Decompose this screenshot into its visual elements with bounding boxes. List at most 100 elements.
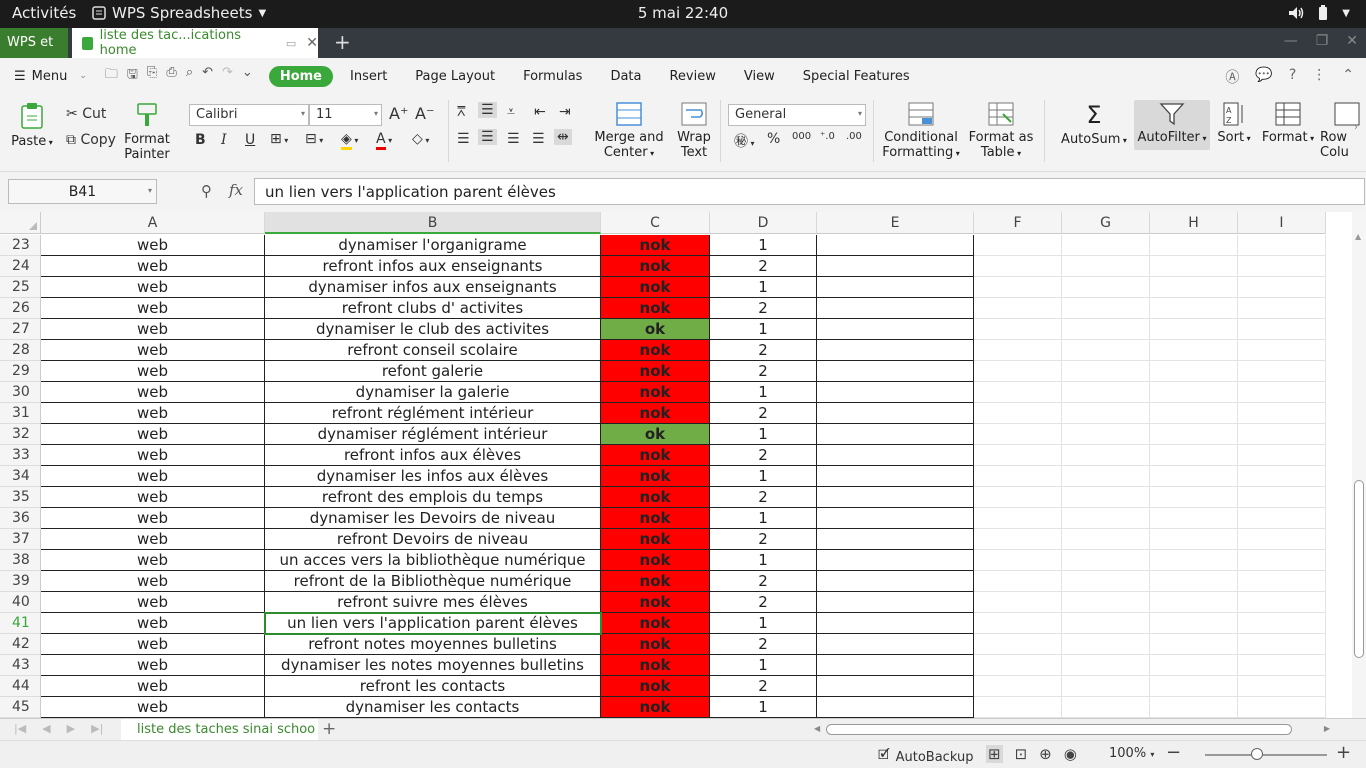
cell-a28[interactable]: web bbox=[41, 340, 265, 361]
cell-d45[interactable]: 1 bbox=[710, 697, 817, 718]
cell-e31[interactable] bbox=[817, 403, 974, 424]
cell-a43[interactable]: web bbox=[41, 655, 265, 676]
cell-c32[interactable]: ok bbox=[601, 424, 710, 445]
distributed-icon[interactable]: ⇹ bbox=[554, 129, 572, 145]
cell-c40[interactable]: nok bbox=[601, 592, 710, 613]
cell-h35[interactable] bbox=[1150, 487, 1238, 508]
cell-b43[interactable]: dynamiser les notes moyennes bulletins bbox=[265, 655, 601, 676]
cell-f44[interactable] bbox=[974, 676, 1062, 697]
cell-e26[interactable] bbox=[817, 298, 974, 319]
cell-b37[interactable]: refront Devoirs de niveau bbox=[265, 529, 601, 550]
cell-g39[interactable] bbox=[1062, 571, 1150, 592]
row-header[interactable]: 26 bbox=[0, 298, 41, 319]
row-header[interactable]: 42 bbox=[0, 634, 41, 655]
cell-h38[interactable] bbox=[1150, 550, 1238, 571]
normal-view-icon[interactable]: ⊞ bbox=[986, 745, 1003, 763]
row-header[interactable]: 23 bbox=[0, 235, 41, 256]
activities-button[interactable]: Activités bbox=[12, 4, 76, 22]
cell-h45[interactable] bbox=[1150, 697, 1238, 718]
cell-a45[interactable]: web bbox=[41, 697, 265, 718]
cell-d36[interactable]: 1 bbox=[710, 508, 817, 529]
cell-e37[interactable] bbox=[817, 529, 974, 550]
cell-c43[interactable]: nok bbox=[601, 655, 710, 676]
tab-home[interactable]: Home bbox=[268, 65, 333, 87]
cell-f42[interactable] bbox=[974, 634, 1062, 655]
cell-e43[interactable] bbox=[817, 655, 974, 676]
cell-d43[interactable]: 1 bbox=[710, 655, 817, 676]
cell-h40[interactable] bbox=[1150, 592, 1238, 613]
zoom-level[interactable]: 100% ▾ bbox=[1109, 746, 1154, 761]
row-header[interactable]: 40 bbox=[0, 592, 41, 613]
row-header[interactable]: 28 bbox=[0, 340, 41, 361]
cell-a33[interactable]: web bbox=[41, 445, 265, 466]
page-break-view-icon[interactable]: ⊡ bbox=[1015, 745, 1028, 763]
cell-h41[interactable] bbox=[1150, 613, 1238, 634]
row-header[interactable]: 37 bbox=[0, 529, 41, 550]
cell-f31[interactable] bbox=[974, 403, 1062, 424]
tab-view[interactable]: View bbox=[733, 66, 786, 87]
align-bottom-icon[interactable]: ⩡ bbox=[507, 104, 515, 120]
cell-b33[interactable]: refront infos aux élèves bbox=[265, 445, 601, 466]
cell-d27[interactable]: 1 bbox=[710, 319, 817, 340]
next-sheet-icon[interactable]: ▶ bbox=[67, 722, 75, 735]
cell-g30[interactable] bbox=[1062, 382, 1150, 403]
cell-i24[interactable] bbox=[1238, 256, 1326, 277]
row-header[interactable]: 43 bbox=[0, 655, 41, 676]
cell-d28[interactable]: 2 bbox=[710, 340, 817, 361]
cell-i40[interactable] bbox=[1238, 592, 1326, 613]
align-top-icon[interactable]: ⩞ bbox=[457, 104, 466, 120]
cell-g25[interactable] bbox=[1062, 277, 1150, 298]
cell-e34[interactable] bbox=[817, 466, 974, 487]
cell-g23[interactable] bbox=[1062, 235, 1150, 256]
decrease-indent-icon[interactable]: ⇤ bbox=[534, 104, 546, 120]
cell-i45[interactable] bbox=[1238, 697, 1326, 718]
last-sheet-icon[interactable]: ▶| bbox=[91, 722, 103, 735]
align-left-icon[interactable]: ☰ bbox=[457, 131, 470, 147]
cell-b24[interactable]: refront infos aux enseignants bbox=[265, 256, 601, 277]
cell-h26[interactable] bbox=[1150, 298, 1238, 319]
eye-protection-icon[interactable]: ◉ bbox=[1064, 745, 1077, 763]
cell-i39[interactable] bbox=[1238, 571, 1326, 592]
column-header-g[interactable]: G bbox=[1062, 212, 1150, 234]
comment-icon[interactable]: 💬 bbox=[1255, 67, 1272, 87]
minimize-icon[interactable]: — bbox=[1284, 33, 1298, 49]
cell-e38[interactable] bbox=[817, 550, 974, 571]
increase-font-icon[interactable]: A⁺ bbox=[389, 104, 408, 123]
cell-c36[interactable]: nok bbox=[601, 508, 710, 529]
cell-h39[interactable] bbox=[1150, 571, 1238, 592]
row-header[interactable]: 27 bbox=[0, 319, 41, 340]
app-menu[interactable]: WPS Spreadsheets ▼ bbox=[92, 4, 266, 22]
cell-i35[interactable] bbox=[1238, 487, 1326, 508]
more-options-icon[interactable]: ⋮ bbox=[1312, 67, 1326, 87]
cell-f40[interactable] bbox=[974, 592, 1062, 613]
cell-c31[interactable]: nok bbox=[601, 403, 710, 424]
autofilter-button[interactable]: AutoFilter ▾ bbox=[1134, 100, 1210, 150]
cell-style-icon[interactable]: ⊟ ▾ bbox=[305, 131, 323, 147]
copy-button[interactable]: ⧉ Copy bbox=[66, 132, 116, 148]
cell-c38[interactable]: nok bbox=[601, 550, 710, 571]
justify-icon[interactable]: ☰ bbox=[532, 131, 545, 147]
font-name-select[interactable]: Calibri ▾ bbox=[189, 104, 309, 126]
cell-f39[interactable] bbox=[974, 571, 1062, 592]
cell-d24[interactable]: 2 bbox=[710, 256, 817, 277]
cell-i26[interactable] bbox=[1238, 298, 1326, 319]
print-icon[interactable]: ⎙ bbox=[166, 65, 176, 87]
zoom-slider-track[interactable] bbox=[1205, 754, 1327, 756]
bold-icon[interactable]: B bbox=[195, 132, 206, 148]
cell-c35[interactable]: nok bbox=[601, 487, 710, 508]
tab-data[interactable]: Data bbox=[599, 66, 652, 87]
cell-c23[interactable]: nok bbox=[601, 235, 710, 256]
cell-d37[interactable]: 2 bbox=[710, 529, 817, 550]
format-painter-button[interactable]: Format Painter bbox=[122, 102, 172, 162]
cell-f36[interactable] bbox=[974, 508, 1062, 529]
cell-f24[interactable] bbox=[974, 256, 1062, 277]
scroll-up-icon[interactable]: ▲ bbox=[1355, 232, 1361, 241]
cell-h27[interactable] bbox=[1150, 319, 1238, 340]
document-tab[interactable]: liste des tac...ications home ▭ ✕ bbox=[72, 28, 318, 58]
tab-review[interactable]: Review bbox=[658, 66, 726, 87]
cell-e30[interactable] bbox=[817, 382, 974, 403]
cell-f23[interactable] bbox=[974, 235, 1062, 256]
cell-h33[interactable] bbox=[1150, 445, 1238, 466]
row-header[interactable]: 34 bbox=[0, 466, 41, 487]
cell-h24[interactable] bbox=[1150, 256, 1238, 277]
